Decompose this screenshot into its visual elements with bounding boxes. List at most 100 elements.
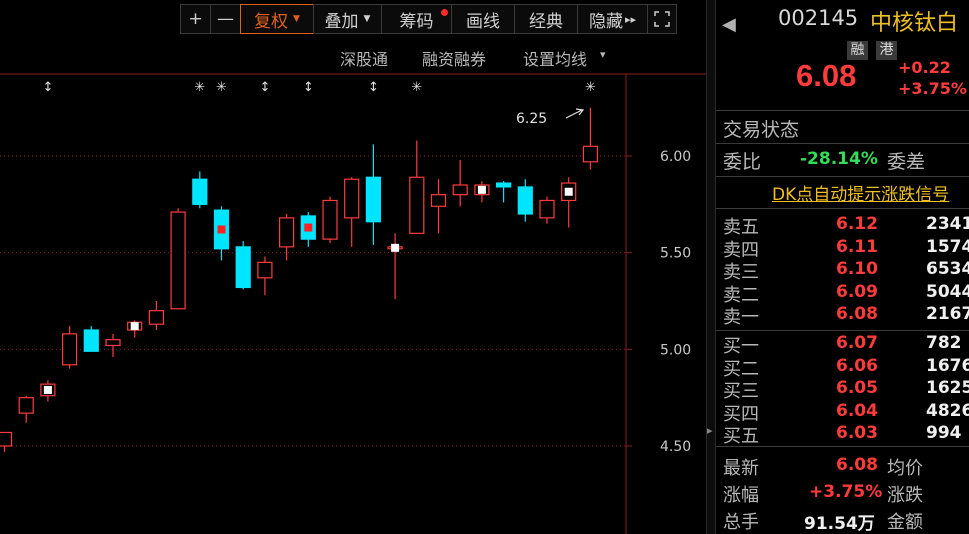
divider	[716, 143, 969, 144]
chip-label: 筹码	[399, 11, 434, 32]
level-volume: 1574	[926, 236, 969, 257]
candle-signal-marker	[564, 187, 573, 196]
level-price: 6.12	[836, 214, 878, 234]
candle-body	[0, 431, 13, 447]
latest-label: 最新	[723, 458, 759, 479]
candle-body	[344, 178, 360, 219]
back-arrow-icon[interactable]: ◀	[722, 14, 736, 35]
level-volume: 2341	[926, 214, 969, 234]
y-tick-label: 6.00	[660, 149, 691, 165]
level-price: 6.10	[836, 259, 878, 280]
chevron-down-icon: ▾	[600, 48, 606, 61]
candle	[83, 326, 99, 352]
level-volume: 994	[926, 423, 962, 444]
candle	[127, 320, 143, 338]
hide-button[interactable]: 隐藏 ▸▸	[577, 4, 648, 34]
total-volume-label: 总手	[723, 512, 759, 533]
level-price: 6.09	[836, 281, 878, 302]
draw-line-button[interactable]: 画线	[451, 4, 515, 34]
panel-splitter[interactable]: ▸	[706, 0, 716, 534]
dk-signal-link[interactable]: DK点自动提示涨跌信号	[772, 180, 949, 205]
level-volume: 2167	[926, 304, 969, 325]
stock-name: 中核钛白	[870, 11, 959, 36]
candle-body	[235, 246, 251, 289]
kline-chart-area[interactable]: ↕ ✳ ✳ ↕ ↕ ↕ ✳ ✳ 6.00 5.50 5.00 4.50 6.25 + — 复权 ▼ 叠…	[0, 0, 706, 534]
candle	[105, 333, 121, 358]
candle	[409, 140, 425, 234]
latest-value: 6.08	[836, 455, 878, 475]
level-volume: 1676	[926, 355, 969, 376]
zoom-out-button[interactable]: —	[210, 4, 241, 34]
order-ratio-value: -28.14%	[800, 149, 878, 169]
candle	[170, 208, 186, 310]
candle	[430, 179, 447, 234]
hk-connect-tag-badge: 港	[876, 41, 897, 60]
order-ratio-label: 委比	[723, 151, 762, 173]
classic-button[interactable]: 经典	[514, 4, 578, 34]
candle	[322, 196, 338, 243]
signal-marker-icon: ✳	[216, 80, 227, 95]
level-volume: 4826	[926, 400, 969, 421]
divider	[716, 446, 969, 447]
level-volume: 782	[926, 333, 962, 353]
fuquan-label: 复权	[254, 11, 289, 32]
divider	[716, 208, 969, 209]
change-pct-label: 涨幅	[723, 485, 759, 506]
signal-marker-icon: ✳	[411, 80, 422, 95]
candle	[61, 326, 78, 369]
chevron-down-icon: ▼	[363, 14, 371, 24]
set-ma-link[interactable]: 设置均线	[523, 46, 587, 70]
level-price: 6.07	[836, 333, 878, 353]
candle-signal-marker	[391, 243, 400, 252]
zoom-in-button[interactable]: +	[180, 4, 211, 34]
candle-body	[517, 186, 533, 215]
overlay-button[interactable]: 叠加 ▼	[313, 4, 382, 34]
fuquan-button[interactable]: 复权 ▼	[240, 4, 314, 34]
draw-line-label: 画线	[466, 11, 500, 32]
price-change: +0.22	[898, 58, 951, 77]
double-arrow-icon: ▸▸	[624, 12, 637, 26]
overlay-label: 叠加	[324, 11, 359, 32]
candle-signal-marker	[477, 185, 486, 194]
candle-signal-marker	[43, 385, 52, 394]
candlestick-chart[interactable]: ↕ ✳ ✳ ↕ ↕ ↕ ✳ ✳ 6.00 5.50 5.00 4.50 6.25	[0, 0, 706, 534]
candle-body	[430, 194, 447, 207]
candle	[344, 177, 360, 247]
notification-dot-icon	[441, 9, 448, 16]
candle-body	[452, 184, 468, 196]
hide-label: 隐藏	[588, 11, 623, 32]
level-volume: 1625	[926, 378, 969, 399]
candle	[517, 179, 533, 222]
candle	[148, 301, 164, 330]
chip-distribution-button[interactable]: 筹码	[381, 4, 452, 34]
candle	[257, 256, 273, 296]
signal-marker-icon: ↕	[368, 80, 379, 95]
annotation-arrow-icon	[565, 108, 585, 119]
candle-body	[409, 176, 425, 234]
candle	[582, 107, 599, 170]
signal-marker-icon: ↕	[303, 80, 314, 95]
signal-marker-icon: ↕	[259, 80, 270, 95]
price-change-percent: +3.75%	[898, 79, 967, 98]
level-volume: 6534	[926, 259, 969, 280]
candle	[496, 181, 512, 203]
trading-status-label: 交易状态	[723, 119, 800, 141]
candle	[365, 144, 381, 245]
shengutong-link[interactable]: 深股通	[340, 46, 388, 70]
y-tick-label: 5.00	[660, 342, 691, 358]
candle-body	[257, 261, 273, 279]
quote-panel: ◀ 002145 中核钛白 融 港 6.08 +0.22 +3.75% 交易状态…	[716, 0, 969, 534]
chevron-down-icon: ▼	[293, 14, 300, 24]
margin-trading-link[interactable]: 融资融券	[422, 46, 486, 70]
candles	[0, 107, 599, 452]
level-price: 6.03	[836, 423, 878, 444]
candle-signal-marker	[304, 223, 313, 232]
level-price: 6.08	[836, 304, 878, 325]
level-price: 6.11	[836, 236, 878, 257]
total-volume-value: 91.54万	[804, 514, 875, 534]
expand-button[interactable]	[647, 4, 677, 34]
candle-signal-marker	[130, 322, 139, 331]
level-price: 6.04	[836, 400, 878, 421]
candle-body	[539, 199, 555, 219]
chart-toolbar: + — 复权 ▼ 叠加 ▼ 筹码 画线 经典 隐藏 ▸▸	[180, 4, 677, 36]
